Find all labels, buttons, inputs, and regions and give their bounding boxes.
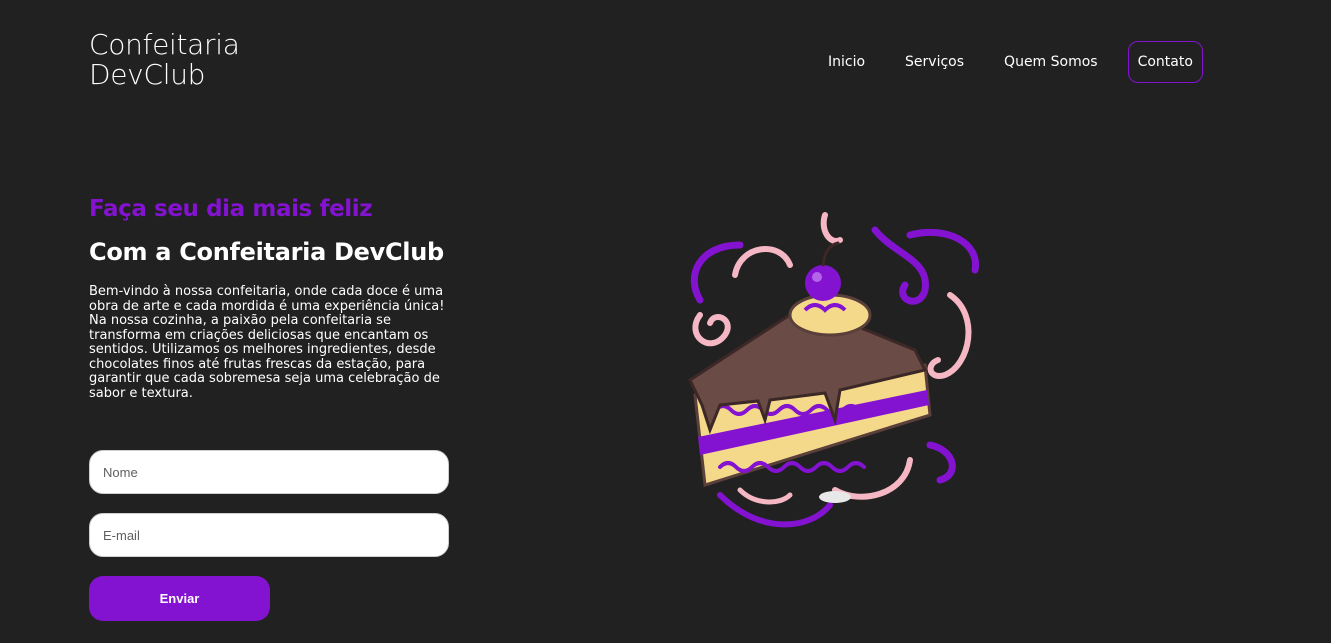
cake-slice-illustration	[688, 212, 980, 528]
logo-line-1: Confeitaria	[89, 28, 240, 61]
page: Confeitaria DevClub Inicio Serviços Quem…	[0, 0, 1331, 643]
nav-link-quem-somos[interactable]: Quem Somos	[994, 41, 1108, 83]
nav-link-inicio[interactable]: Inicio	[818, 41, 875, 83]
nav-link-servicos[interactable]: Serviços	[895, 41, 974, 83]
logo[interactable]: Confeitaria DevClub	[89, 30, 240, 90]
main-nav: Inicio Serviços Quem Somos Contato	[818, 41, 1203, 83]
name-input[interactable]	[89, 450, 449, 494]
email-input[interactable]	[89, 513, 449, 557]
hero-title: Com a Confeitaria DevClub	[89, 238, 444, 266]
logo-line-2: DevClub	[89, 58, 206, 91]
submit-button[interactable]: Enviar	[89, 576, 270, 621]
hero-description: Bem-vindo à nossa confeitaria, onde cada…	[89, 284, 445, 401]
nav-link-contato[interactable]: Contato	[1127, 41, 1203, 83]
hero-subtitle: Faça seu dia mais feliz	[89, 196, 373, 222]
